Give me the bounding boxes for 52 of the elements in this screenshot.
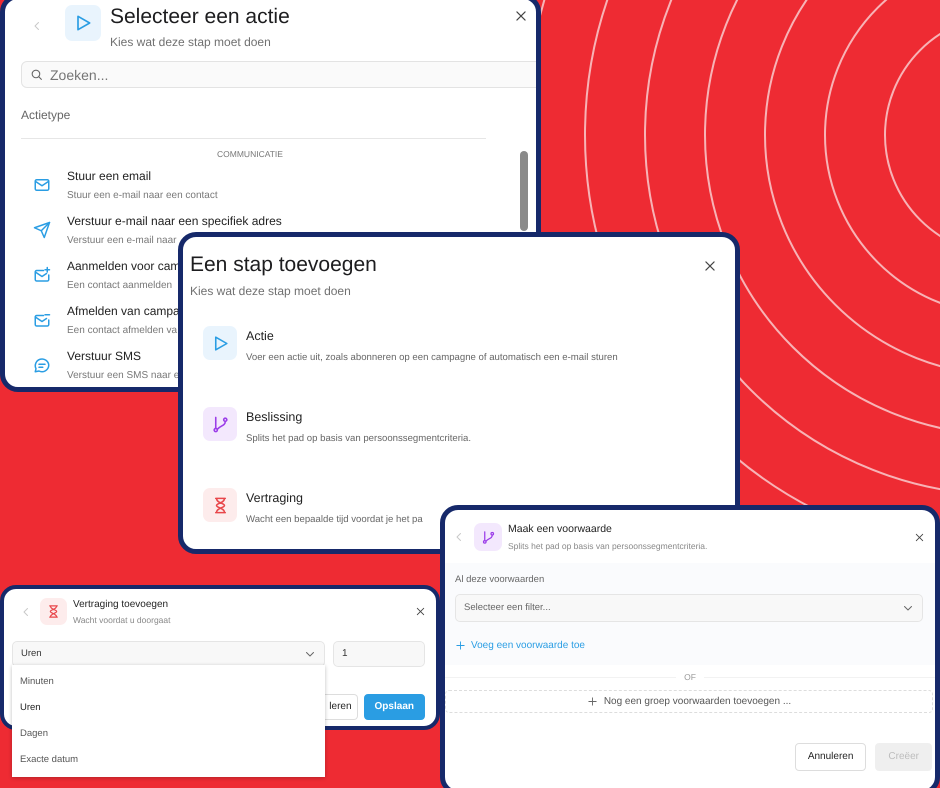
paper-plane-icon [33,221,51,240]
plus-icon [455,640,466,651]
add-group-button[interactable]: Nog een groep voorwaarden toevoegen ... [445,690,933,712]
option-description: Wacht een bepaalde tijd voordat je het pa [246,513,423,528]
envelope-plus-icon [33,266,51,284]
close-icon[interactable] [514,9,528,23]
amount-field[interactable]: 1 [333,640,425,667]
group-label: Al deze voorwaarden [455,572,546,586]
action-title: Stuur een email [67,168,152,186]
chat-bubble-icon [33,356,51,374]
envelope-minus-icon [33,311,51,330]
plus-icon [586,696,598,706]
search-icon [30,68,43,82]
branch-icon [480,530,496,545]
action-title: Afmelden van campa [67,303,180,320]
dropdown-option[interactable]: Dagen [12,726,325,742]
section-label: Actietype [21,107,72,124]
action-title: Verstuur e-mail naar een specifiek adres [67,213,282,230]
dropdown-option[interactable]: Exacte datum [12,752,325,768]
dialog-title: Een stap toevoegen [190,253,377,276]
close-icon[interactable] [914,532,925,543]
unit-select[interactable]: Uren [12,640,325,667]
select-value: Uren [21,646,42,661]
select-placeholder: Selecteer een filter... [464,600,551,615]
action-description: Een contact afmelden va [67,324,178,338]
dropdown-option[interactable]: Minuten [12,674,325,690]
close-icon[interactable] [415,606,426,618]
separator-label: OF [684,670,696,684]
dialog-title: Selecteer een actie [110,5,290,28]
hourglass-icon [46,604,61,620]
option-description: Splits het pad op basis van persoonssegmentcriteria. [246,432,472,446]
search-field[interactable]: Zoeken... [21,61,536,88]
dialog-subtitle: Kies wat deze stap moet doen [110,34,272,52]
branch-icon [210,414,230,434]
action-title: Verstuur SMS [67,348,142,366]
option-title: Actie [246,328,275,346]
dialog-title: Vertraging toevoegen [73,598,170,612]
dialog-subtitle: Splits het pad op basis van persoonssegmentcriteria. [508,540,708,552]
dialog-subtitle: Wacht voordat u doorgaat [73,614,170,627]
option-title: Beslissing [246,409,304,426]
filter-select[interactable]: Selecteer een filter... [455,594,923,622]
dialog-subtitle: Kies wat deze stap moet doen [190,283,352,300]
cancel-button[interactable]: Annuleren [794,742,866,770]
group-heading: COMMUNICATIE [216,148,284,161]
dialog-title: Maak een voorwaarde [508,522,613,537]
close-icon[interactable] [703,259,717,273]
action-description: Stuur een e-mail naar een contact [67,189,218,204]
action-description: Verstuur een e-mail naar [67,234,178,248]
scrollbar[interactable] [520,151,528,231]
option-description: Voer een actie uit, zoals abonneren op een campagne of automatisch een e-mail sturen [246,350,618,365]
action-description: Een contact aanmelden [67,279,174,294]
option-title: Vertraging [246,490,304,508]
